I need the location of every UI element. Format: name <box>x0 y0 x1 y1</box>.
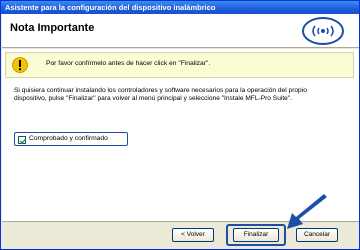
warning-text: Por favor confírmelo antes de hacer clic… <box>46 60 211 67</box>
confirm-checkbox-highlight[interactable]: Comprobado y confirmado <box>14 132 128 146</box>
back-button[interactable]: < Volver <box>172 228 214 242</box>
window-title: Asistente para la configuración del disp… <box>1 1 359 14</box>
confirm-checkbox[interactable] <box>18 135 27 144</box>
wizard-window: Asistente para la configuración del disp… <box>0 0 360 250</box>
confirm-checkbox-label[interactable]: Comprobado y confirmado <box>29 135 108 142</box>
pointer-arrow-icon <box>287 194 327 229</box>
instructions-text: Si quisiera continuar instalando los con… <box>14 87 307 102</box>
checkmark-icon <box>19 137 27 144</box>
warning-icon <box>12 57 28 73</box>
wizard-header: Nota Importante <box>2 14 359 48</box>
wireless-logo-icon <box>301 17 345 45</box>
warning-box: Por favor confírmelo antes de hacer clic… <box>5 52 354 78</box>
finish-button[interactable]: Finalizar <box>233 228 279 242</box>
page-title: Nota Importante <box>10 22 95 34</box>
